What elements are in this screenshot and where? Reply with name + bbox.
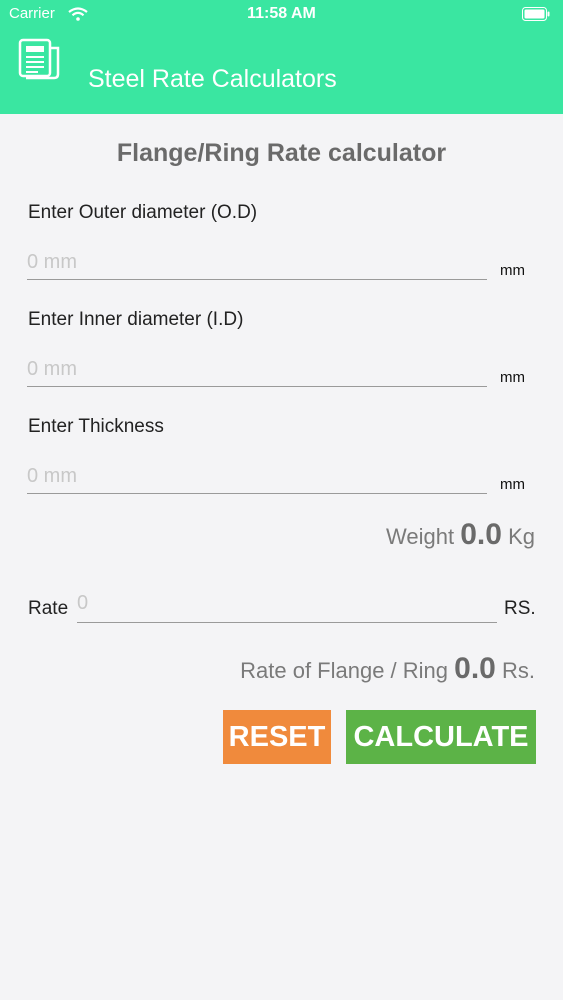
inner-diameter-label: Enter Inner diameter (I.D)	[28, 309, 244, 330]
outer-diameter-label: Enter Outer diameter (O.D)	[28, 202, 258, 223]
thickness-input[interactable]	[27, 459, 487, 494]
rate-unit: RS.	[504, 598, 536, 619]
clock: 11:58 AM	[247, 5, 316, 22]
rate-result-label: Rate of Flange / Ring	[240, 658, 449, 683]
weight-unit: Kg	[508, 524, 535, 549]
thickness-label: Enter Thickness	[28, 416, 164, 437]
app-title: Steel Rate Calculators	[88, 65, 337, 93]
outer-diameter-input[interactable]	[27, 245, 487, 280]
rate-result-value: 0.0	[454, 652, 496, 685]
calculate-button[interactable]: CALCULATE	[346, 710, 536, 764]
rate-result-unit: Rs.	[502, 658, 535, 683]
inner-diameter-input[interactable]	[27, 352, 487, 387]
weight-value: 0.0	[460, 518, 502, 551]
reset-button[interactable]: RESET	[223, 710, 331, 764]
weight-label: Weight	[386, 524, 455, 549]
rate-result: Rate of Flange / Ring 0.0 Rs.	[240, 652, 535, 686]
page-title: Flange/Ring Rate calculator	[116, 139, 447, 167]
status-bar: Carrier 11:58 AM	[0, 0, 563, 30]
thickness-unit: mm	[500, 476, 525, 493]
weight-result: Weight 0.0 Kg	[386, 518, 535, 552]
inner-diameter-unit: mm	[500, 369, 525, 386]
battery-icon	[522, 7, 550, 21]
app-header: Carrier 11:58 AM Steel Rate Calculators	[0, 0, 563, 114]
rate-input[interactable]	[77, 584, 497, 623]
document-icon	[18, 38, 60, 80]
rate-label: Rate	[28, 598, 69, 619]
outer-diameter-unit: mm	[500, 262, 525, 279]
